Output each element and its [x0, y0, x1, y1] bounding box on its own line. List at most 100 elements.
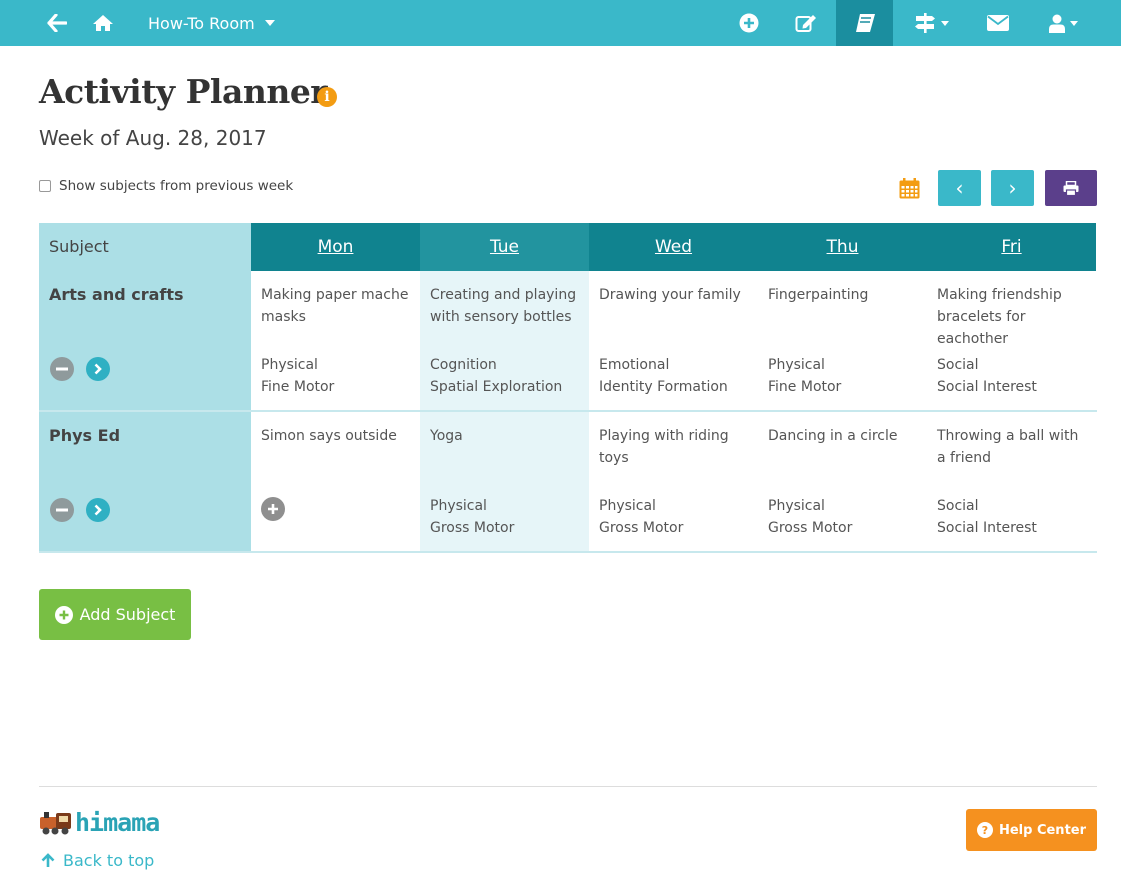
add-domain-button[interactable] — [261, 497, 285, 521]
domain-tag: Social — [937, 498, 979, 514]
book-icon[interactable] — [836, 0, 893, 46]
next-week-button[interactable]: › — [991, 170, 1034, 206]
show-previous-week-toggle[interactable]: Show subjects from previous week — [39, 178, 293, 194]
top-nav: How-To Room — [0, 0, 1121, 46]
activity-cell[interactable]: Creating and playing with sensory bottle… — [420, 271, 589, 410]
chevron-down-icon — [940, 20, 949, 26]
skill-tag: Spatial Exploration — [430, 379, 563, 395]
domain-tag: Physical — [768, 498, 825, 514]
info-icon[interactable]: i — [317, 87, 337, 107]
activity-name: Simon says outside — [261, 428, 397, 444]
subject-column-header: Subject — [39, 223, 251, 271]
activity-cell[interactable]: Dancing in a circle Physical Gross Motor — [758, 412, 927, 551]
activity-name: Making paper mache masks — [261, 287, 409, 325]
activity-cell[interactable]: Yoga Physical Gross Motor — [420, 412, 589, 551]
minus-icon — [56, 367, 68, 371]
skill-tag: Fine Motor — [261, 379, 335, 395]
add-circle-icon — [54, 605, 73, 624]
activity-name: Fingerpainting — [768, 287, 869, 303]
activity-name: Yoga — [430, 428, 463, 444]
footer-divider — [39, 786, 1097, 787]
add-circle-icon[interactable] — [734, 0, 764, 46]
skill-tag: Social Interest — [937, 520, 1037, 536]
domain-tag: Physical — [261, 357, 318, 373]
chevron-down-icon — [264, 20, 275, 26]
edit-icon[interactable] — [790, 0, 822, 46]
chevron-down-icon — [1069, 20, 1078, 26]
help-center-button[interactable]: ? Help Center — [966, 809, 1097, 851]
skill-tag: Identity Formation — [599, 379, 728, 395]
home-icon[interactable] — [88, 0, 118, 46]
domain-tag: Physical — [599, 498, 656, 514]
subject-cell: Phys Ed — [39, 412, 251, 551]
room-name: How-To Room — [148, 13, 255, 33]
minus-icon — [56, 508, 68, 512]
activity-planner-table: Subject Mon Tue Wed Thu Fri Arts and cra… — [39, 223, 1097, 553]
add-subject-label: Add Subject — [79, 605, 176, 624]
activity-name: Making friendship bracelets for eachothe… — [937, 287, 1062, 347]
domain-tag: Social — [937, 357, 979, 373]
signpost-icon[interactable] — [908, 0, 954, 46]
activity-cell[interactable]: Throwing a ball with a friend Social Soci… — [927, 412, 1096, 551]
print-button[interactable] — [1045, 170, 1097, 206]
day-header-mon[interactable]: Mon — [251, 223, 420, 271]
subject-details-button[interactable] — [86, 357, 110, 381]
page-title: Activity Planner — [39, 72, 328, 111]
table-header-row: Subject Mon Tue Wed Thu Fri — [39, 223, 1097, 271]
week-label: Week of Aug. 28, 2017 — [39, 126, 267, 150]
show-previous-week-label: Show subjects from previous week — [59, 178, 294, 194]
help-center-label: Help Center — [998, 822, 1087, 838]
chevron-left-icon: ‹ — [955, 176, 964, 200]
table-row: Arts and crafts Making paper mache masks… — [39, 271, 1097, 412]
activity-name: Drawing your family — [599, 287, 741, 303]
domain-tag: Cognition — [430, 357, 497, 373]
skill-tag: Gross Motor — [768, 520, 853, 536]
add-subject-button[interactable]: Add Subject — [39, 589, 191, 640]
table-row: Phys Ed Simon says outside Yoga Physical… — [39, 412, 1097, 553]
activity-cell[interactable]: Fingerpainting Physical Fine Motor — [758, 271, 927, 410]
chevron-right-icon: › — [1008, 176, 1017, 200]
remove-subject-button[interactable] — [50, 357, 74, 381]
activity-cell[interactable]: Drawing your family Emotional Identity Fo… — [589, 271, 758, 410]
activity-name: Throwing a ball with a friend — [937, 428, 1079, 466]
envelope-icon[interactable] — [985, 0, 1011, 46]
day-header-tue[interactable]: Tue — [420, 223, 589, 271]
skill-tag: Fine Motor — [768, 379, 842, 395]
day-header-thu[interactable]: Thu — [758, 223, 927, 271]
activity-name: Dancing in a circle — [768, 428, 898, 444]
domain-tag: Physical — [430, 498, 487, 514]
activity-cell[interactable]: Making friendship bracelets for eachothe… — [927, 271, 1096, 410]
train-icon — [40, 811, 71, 834]
remove-subject-button[interactable] — [50, 498, 74, 522]
logo-text: himama — [75, 808, 160, 837]
plus-icon — [268, 504, 278, 514]
activity-cell[interactable]: Making paper mache masks Physical Fine Mo… — [251, 271, 420, 410]
subject-name: Arts and crafts — [49, 285, 184, 304]
back-to-top-label: Back to top — [63, 851, 155, 870]
show-previous-week-checkbox[interactable] — [39, 180, 51, 192]
calendar-icon[interactable] — [899, 178, 920, 203]
day-header-wed[interactable]: Wed — [589, 223, 758, 271]
day-header-fri[interactable]: Fri — [927, 223, 1096, 271]
print-icon — [1063, 180, 1079, 196]
domain-tag: Physical — [768, 357, 825, 373]
skill-tag: Gross Motor — [599, 520, 684, 536]
skill-tag: Gross Motor — [430, 520, 515, 536]
activity-cell[interactable]: Playing with riding toys Physical Gross M… — [589, 412, 758, 551]
user-icon[interactable] — [1044, 0, 1082, 46]
question-circle-icon: ? — [976, 822, 993, 838]
himama-logo[interactable]: himama — [39, 808, 160, 837]
arrow-up-icon — [41, 853, 55, 867]
subject-details-button[interactable] — [86, 498, 110, 522]
subject-name: Phys Ed — [49, 426, 121, 445]
back-to-top-link[interactable]: Back to top — [41, 851, 154, 870]
previous-week-button[interactable]: ‹ — [938, 170, 981, 206]
chevron-right-icon — [94, 504, 102, 516]
skill-tag: Social Interest — [937, 379, 1037, 395]
domain-tag: Emotional — [599, 357, 670, 373]
back-arrow-icon[interactable] — [40, 0, 74, 46]
room-selector[interactable]: How-To Room — [148, 0, 275, 46]
activity-cell[interactable]: Simon says outside — [251, 412, 420, 551]
chevron-right-icon — [94, 363, 102, 375]
subject-cell: Arts and crafts — [39, 271, 251, 410]
